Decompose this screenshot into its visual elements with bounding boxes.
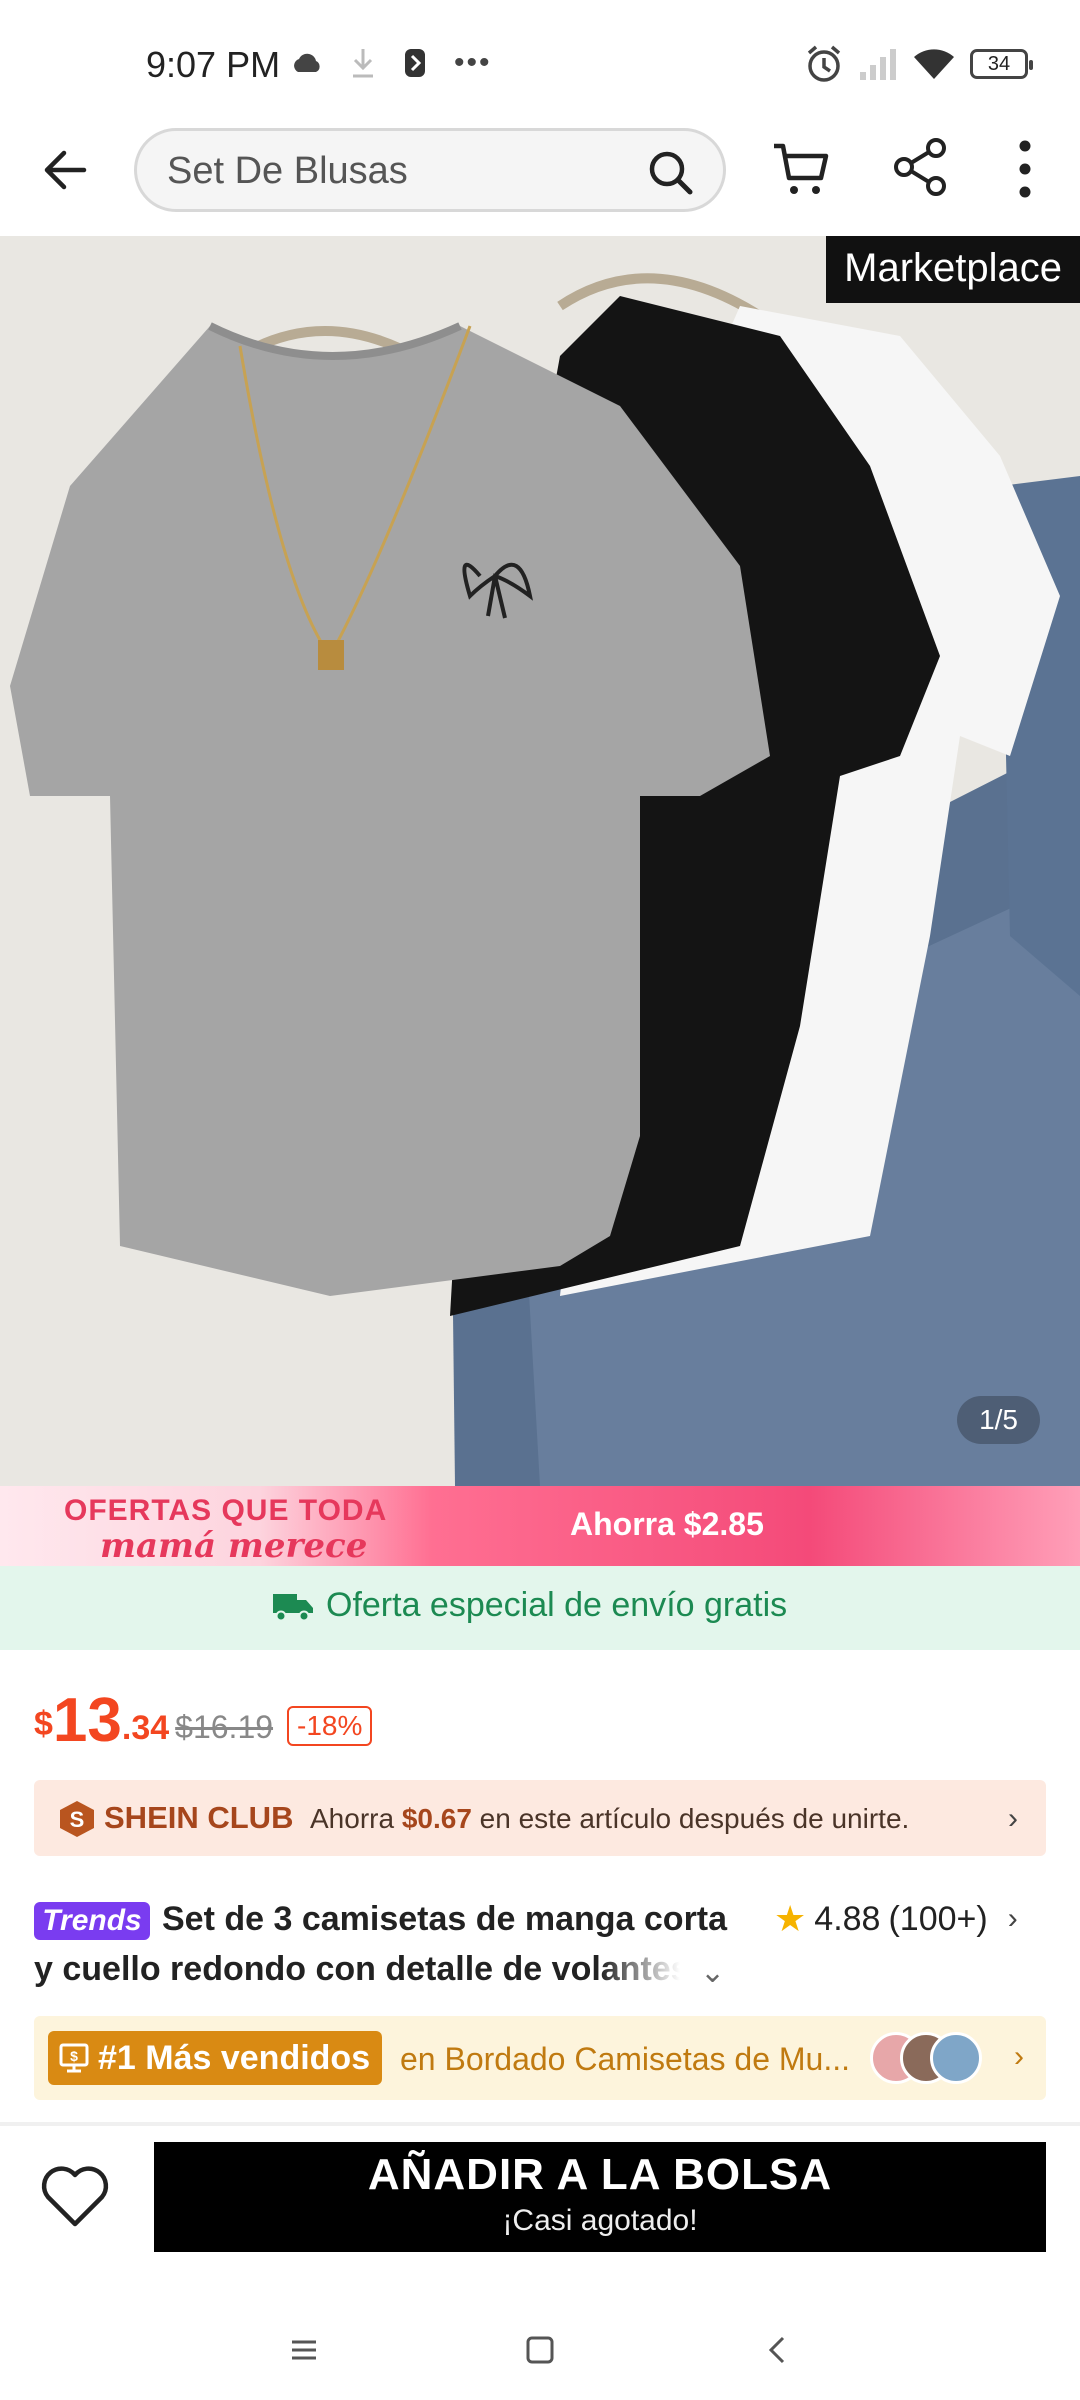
bestseller-banner[interactable]: $ #1 Más vendidos en Bordado Camisetas d… — [34, 2016, 1046, 2100]
svg-text:$: $ — [70, 2048, 78, 2064]
expand-title-chevron-icon[interactable]: ⌄ — [700, 1955, 725, 1990]
original-price: $16.19 — [175, 1709, 274, 1745]
product-photo — [0, 236, 1080, 1486]
battery-level: 34 — [987, 53, 1011, 75]
club-name: SHEIN CLUB — [104, 1800, 294, 1835]
shipping-content: Oferta especial de envío gratis — [272, 1586, 787, 1625]
price-currency: $ — [34, 1705, 53, 1743]
bestseller-badge: $ #1 Más vendidos — [48, 2031, 383, 2085]
product-title-line1: Set de 3 camisetas de manga corta — [162, 1900, 728, 1938]
search-input[interactable]: Set De Blusas — [134, 128, 726, 212]
buyer-avatars — [870, 2032, 990, 2084]
search-icon[interactable] — [647, 149, 693, 195]
status-system-icons: 34 — [804, 44, 1033, 84]
club-savings-text: Ahorra $0.67 en este artículo después de… — [310, 1803, 909, 1835]
title-fade — [600, 1950, 700, 1994]
status-bar: 9:07 PM ••• 34 — [0, 0, 1080, 120]
status-notifications: ••• — [290, 46, 492, 80]
chevron-right-icon: › — [1007, 1902, 1018, 1935]
price-decimal: .34 — [121, 1709, 170, 1747]
rating-value: 4.88 — [814, 1899, 881, 1938]
product-image-gallery[interactable]: Marketplace 1/5 — [0, 236, 1080, 1486]
promo-script-text: mamá merece — [100, 1526, 368, 1566]
star-icon: ★ — [774, 1898, 807, 1939]
club-suffix: en este artículo después de unirte. — [471, 1803, 910, 1834]
rating-summary[interactable]: ★ 4.88 (100+) › — [774, 1898, 1018, 1940]
wifi-icon — [914, 49, 954, 79]
signal-icon — [860, 49, 896, 80]
cart-icon[interactable] — [770, 138, 832, 200]
bestseller-category: en Bordado Camisetas de Mu... — [400, 2041, 851, 2077]
shipping-text: Oferta especial de envío gratis — [326, 1586, 788, 1624]
back-icon[interactable] — [758, 2330, 798, 2370]
promo-headline: OFERTAS QUE TODA — [64, 1494, 388, 1527]
download-icon — [353, 49, 373, 78]
alarm-icon — [807, 45, 841, 82]
add-to-bag-label: AÑADIR A LA BOLSA — [367, 2150, 833, 2199]
more-vertical-icon[interactable] — [1002, 136, 1048, 202]
discount-badge: -18% — [287, 1706, 373, 1746]
battery-icon: 34 — [970, 49, 1033, 79]
divider — [0, 2122, 1080, 2126]
system-navigation-bar — [0, 2290, 1080, 2400]
image-pager: 1/5 — [957, 1396, 1040, 1444]
marketplace-badge: Marketplace — [826, 236, 1080, 303]
trends-badge[interactable]: Trends — [34, 1902, 150, 1940]
free-shipping-banner[interactable]: Oferta especial de envío gratis — [0, 1566, 1080, 1650]
chevron-right-icon: › — [1014, 2040, 1024, 2073]
app-icon — [405, 49, 425, 77]
search-query: Set De Blusas — [167, 150, 408, 192]
shein-club-logo-icon: S — [60, 1801, 94, 1837]
back-arrow-icon[interactable] — [36, 140, 96, 200]
price-row: $ 13 .34 $16.19 -18% — [34, 1682, 373, 1755]
review-count: (100+) — [888, 1899, 988, 1938]
product-title-line2: y cuello redondo con detalle de volantes… — [34, 1950, 694, 1988]
trophy-icon: $ — [59, 2043, 89, 2073]
more-dots-icon: ••• — [454, 46, 492, 79]
cloud-icon — [294, 53, 320, 72]
add-to-bag-button[interactable]: AÑADIR A LA BOLSA ¡Casi agotado! — [154, 2142, 1046, 2252]
club-amount: $0.67 — [401, 1803, 472, 1834]
truck-icon — [273, 1593, 313, 1621]
menu-icon[interactable] — [284, 2330, 324, 2370]
avatar — [930, 2032, 982, 2084]
svg-text:S: S — [70, 1807, 85, 1832]
club-prefix: Ahorra — [310, 1803, 402, 1834]
promo-banner[interactable]: OFERTAS QUE TODA mamá merece Ahorra $2.8… — [0, 1486, 1080, 1566]
price-integer: 13 — [52, 1686, 122, 1755]
home-icon[interactable] — [520, 2330, 560, 2370]
status-time: 9:07 PM — [146, 44, 281, 85]
share-icon[interactable] — [890, 136, 952, 198]
chevron-right-icon: › — [1008, 1802, 1018, 1835]
heart-icon[interactable] — [38, 2160, 112, 2234]
shein-club-banner[interactable]: S SHEIN CLUB Ahorra $0.67 en este artícu… — [34, 1780, 1046, 1856]
promo-savings: Ahorra $2.85 — [570, 1506, 764, 1542]
stock-note: ¡Casi agotado! — [502, 2204, 698, 2237]
bestseller-label: #1 Más vendidos — [98, 2038, 371, 2077]
